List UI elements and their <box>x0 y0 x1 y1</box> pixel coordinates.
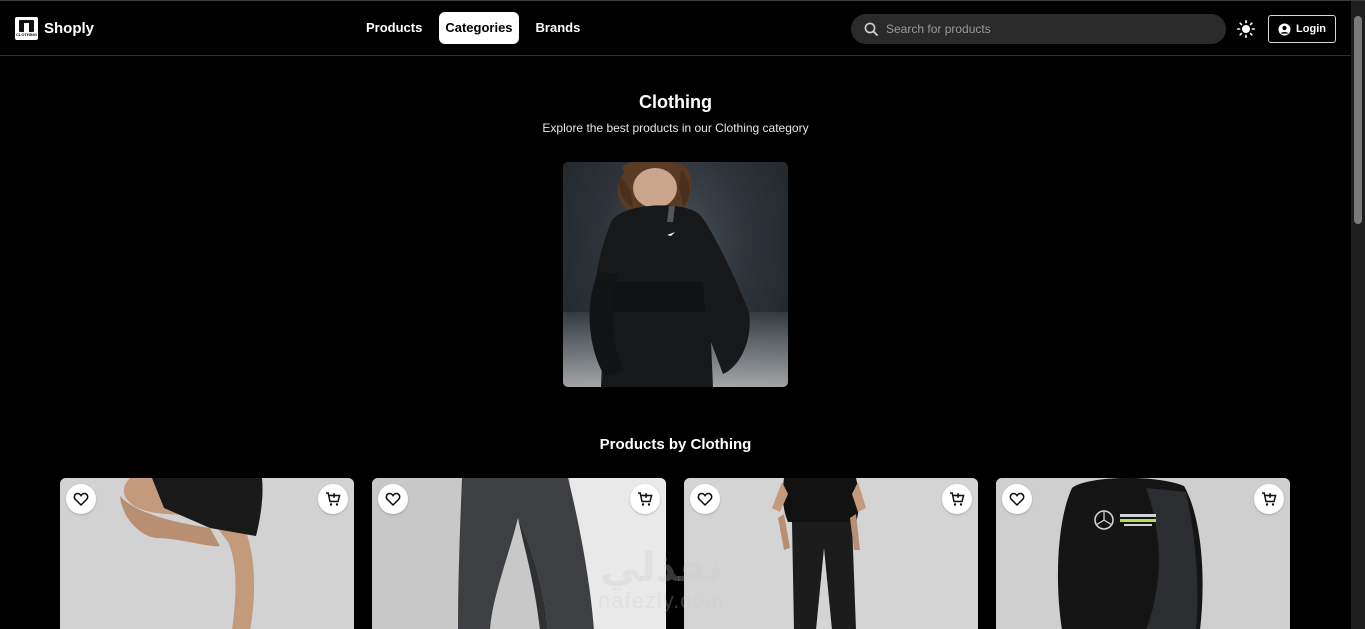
nav-categories[interactable]: Categories <box>439 12 519 44</box>
logo-icon: CLOTHING <box>15 17 38 40</box>
favorite-button[interactable] <box>378 484 408 514</box>
product-card[interactable] <box>372 478 666 629</box>
logo-caption: CLOTHING <box>16 32 37 37</box>
cart-plus-icon <box>1262 492 1277 506</box>
brand-name: Shoply <box>44 20 95 37</box>
scrollbar-thumb[interactable] <box>1354 16 1362 224</box>
cart-plus-icon <box>326 492 341 506</box>
theme-toggle-button[interactable] <box>1235 18 1257 40</box>
user-circle-icon <box>1278 23 1291 35</box>
product-card[interactable] <box>996 478 1290 629</box>
product-image <box>996 478 1290 629</box>
add-to-cart-button[interactable] <box>630 484 660 514</box>
heart-icon <box>697 492 713 507</box>
favorite-button[interactable] <box>1002 484 1032 514</box>
page-subtitle: Explore the best products in our Clothin… <box>542 121 809 135</box>
product-card[interactable] <box>60 478 354 629</box>
search-icon <box>864 22 878 36</box>
search-input[interactable] <box>886 22 1206 36</box>
nav-products[interactable]: Products <box>360 12 428 44</box>
page-scrollbar[interactable] <box>1351 1 1365 629</box>
login-button[interactable]: Login <box>1268 15 1336 43</box>
top-navbar: CLOTHING Shoply Products Categories Bran… <box>0 1 1351 56</box>
add-to-cart-button[interactable] <box>942 484 972 514</box>
add-to-cart-button[interactable] <box>318 484 348 514</box>
product-grid <box>60 478 1290 629</box>
heart-icon <box>1009 492 1025 507</box>
favorite-button[interactable] <box>690 484 720 514</box>
add-to-cart-button[interactable] <box>1254 484 1284 514</box>
login-label: Login <box>1296 23 1326 35</box>
search-bar[interactable] <box>851 14 1226 44</box>
heart-icon <box>73 492 89 507</box>
sun-icon <box>1237 20 1255 38</box>
product-card[interactable] <box>684 478 978 629</box>
heart-icon <box>385 492 401 507</box>
brand-logo[interactable]: CLOTHING Shoply <box>15 17 94 40</box>
product-image <box>60 478 354 629</box>
product-image <box>684 478 978 629</box>
cart-plus-icon <box>638 492 653 506</box>
page-title: Clothing <box>639 92 712 112</box>
products-section-title: Products by Clothing <box>599 436 752 453</box>
app-viewport: CLOTHING Shoply Products Categories Bran… <box>0 0 1365 629</box>
favorite-button[interactable] <box>66 484 96 514</box>
cart-plus-icon <box>950 492 965 506</box>
product-image <box>372 478 666 629</box>
category-hero-image <box>563 162 788 387</box>
nav-brands[interactable]: Brands <box>530 12 587 44</box>
main-nav: Products Categories Brands <box>360 12 597 44</box>
